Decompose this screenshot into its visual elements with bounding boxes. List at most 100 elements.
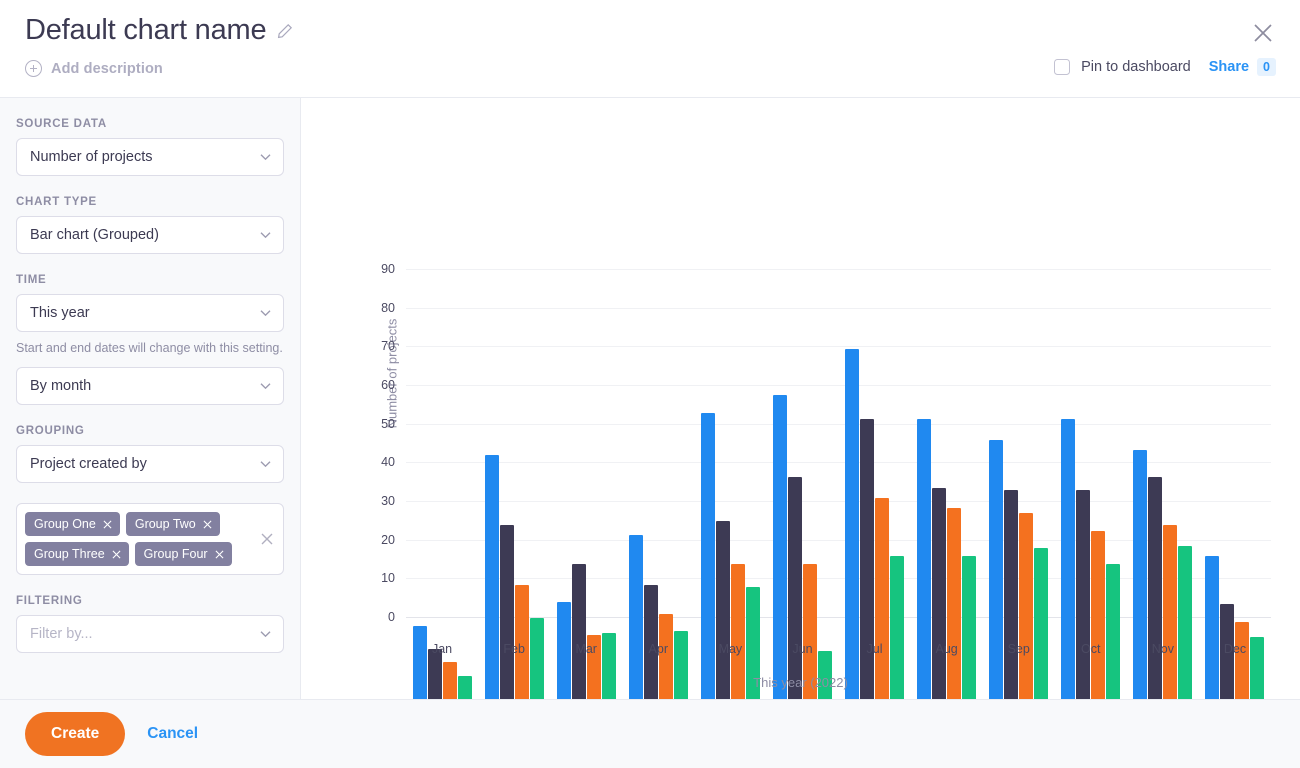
chart-bars: JanFebMarAprMayJunJulAugSepOctNovDec: [406, 98, 1271, 699]
grouping-tag[interactable]: Group One: [25, 512, 120, 536]
x-axis-tick-label: Jan: [432, 642, 452, 656]
pin-to-dashboard-toggle[interactable]: Pin to dashboard: [1054, 59, 1191, 75]
add-description-button[interactable]: Add description: [25, 60, 163, 77]
bar[interactable]: [947, 508, 961, 699]
chevron-down-icon: [260, 383, 271, 390]
create-chart-modal: Default chart name Add description Pin t…: [0, 0, 1300, 768]
pencil-icon[interactable]: [277, 23, 293, 39]
chevron-down-icon: [260, 232, 271, 239]
x-axis-tick-label: May: [719, 642, 743, 656]
y-axis-tick-label: 50: [361, 417, 395, 431]
bar-chart: Number of projects 0102030405060708090 J…: [301, 98, 1300, 699]
x-axis-tick-label: Jun: [792, 642, 812, 656]
header-actions: Pin to dashboard Share 0: [1054, 58, 1276, 76]
bar[interactable]: [1148, 477, 1162, 699]
source-data-value: Number of projects: [30, 149, 153, 165]
bar[interactable]: [989, 440, 1003, 699]
clear-tags-icon[interactable]: [260, 532, 274, 546]
chart-type-value: Bar chart (Grouped): [30, 227, 159, 243]
x-axis-tick-label: Apr: [649, 642, 668, 656]
y-axis-tick-label: 40: [361, 455, 395, 469]
filter-by-placeholder: Filter by...: [30, 626, 93, 642]
chart-type-select[interactable]: Bar chart (Grouped): [16, 216, 284, 254]
time-range-select[interactable]: This year: [16, 294, 284, 332]
bar[interactable]: [716, 521, 730, 699]
remove-tag-icon[interactable]: [103, 520, 112, 529]
bar[interactable]: [1019, 513, 1033, 699]
bar[interactable]: [875, 498, 889, 699]
bar[interactable]: [485, 455, 499, 699]
y-axis-tick-label: 0: [361, 610, 395, 624]
close-icon[interactable]: [1250, 20, 1276, 46]
grouping-tag[interactable]: Group Four: [135, 542, 232, 566]
y-axis-tick-label: 10: [361, 571, 395, 585]
bar-group: [917, 180, 976, 699]
bar-group: [557, 180, 616, 699]
grouping-tag[interactable]: Group Three: [25, 542, 129, 566]
grouping-tag-label: Group One: [34, 517, 96, 531]
grouping-tag-list: Group One Group Two Group Three Group Four: [25, 512, 249, 566]
bar[interactable]: [1091, 531, 1105, 699]
bar[interactable]: [1076, 490, 1090, 699]
bar[interactable]: [917, 419, 931, 699]
chart-settings-sidebar: SOURCE DATA Number of projects CHART TYP…: [0, 98, 301, 699]
title-row: Default chart name: [25, 14, 293, 47]
chart-preview-pane: Number of projects 0102030405060708090 J…: [301, 98, 1300, 699]
bar-group: [773, 180, 832, 699]
bar[interactable]: [788, 477, 802, 699]
bar[interactable]: [500, 525, 514, 699]
add-description-label: Add description: [51, 61, 163, 77]
time-label: TIME: [16, 274, 284, 286]
bar-group: [845, 180, 904, 699]
bar-group: [485, 180, 544, 699]
pin-to-dashboard-checkbox[interactable]: [1054, 59, 1070, 75]
bar[interactable]: [1133, 450, 1147, 699]
bar-group: [701, 180, 760, 699]
grouping-tag[interactable]: Group Two: [126, 512, 220, 536]
cancel-button[interactable]: Cancel: [147, 725, 198, 743]
x-axis-tick-label: Sep: [1008, 642, 1030, 656]
filter-by-select[interactable]: Filter by...: [16, 615, 284, 653]
remove-tag-icon[interactable]: [203, 520, 212, 529]
bar-group: [413, 180, 472, 699]
bar[interactable]: [428, 649, 442, 699]
grouping-tag-label: Group Three: [34, 547, 105, 561]
y-axis-tick-label: 90: [361, 262, 395, 276]
x-axis-tick-label: Mar: [575, 642, 597, 656]
y-axis-ticks: 0 10 20 30 40 50 60 70 80 90: [361, 98, 395, 699]
bar-group: [1205, 180, 1264, 699]
chevron-down-icon: [260, 154, 271, 161]
remove-tag-icon[interactable]: [112, 550, 121, 559]
pin-to-dashboard-label: Pin to dashboard: [1081, 59, 1191, 75]
source-data-select[interactable]: Number of projects: [16, 138, 284, 176]
bar[interactable]: [860, 419, 874, 699]
y-axis-tick-label: 80: [361, 301, 395, 315]
y-axis-tick-label: 70: [361, 339, 395, 353]
grouping-tag-label: Group Four: [144, 547, 208, 561]
x-axis-tick-label: Feb: [503, 642, 525, 656]
x-axis-tick-label: Aug: [936, 642, 958, 656]
bar[interactable]: [1163, 525, 1177, 699]
bar[interactable]: [1061, 419, 1075, 699]
bar-group: [1133, 180, 1192, 699]
grouping-tag-label: Group Two: [135, 517, 196, 531]
bar[interactable]: [1004, 490, 1018, 699]
grouping-select[interactable]: Project created by: [16, 445, 284, 483]
bar[interactable]: [845, 349, 859, 699]
bar[interactable]: [773, 395, 787, 699]
grouping-tags-box[interactable]: Group One Group Two Group Three Group Four: [16, 503, 284, 575]
remove-tag-icon[interactable]: [215, 550, 224, 559]
y-axis-tick-label: 20: [361, 533, 395, 547]
bar[interactable]: [701, 413, 715, 699]
y-axis-tick-label: 30: [361, 494, 395, 508]
y-axis-tick-label: 60: [361, 378, 395, 392]
time-interval-select[interactable]: By month: [16, 367, 284, 405]
share-button[interactable]: Share 0: [1209, 58, 1276, 76]
modal-header: Default chart name Add description Pin t…: [0, 0, 1300, 98]
chevron-down-icon: [260, 631, 271, 638]
create-button[interactable]: Create: [25, 712, 125, 756]
bar[interactable]: [932, 488, 946, 699]
time-interval-value: By month: [30, 378, 91, 394]
source-data-label: SOURCE DATA: [16, 118, 284, 130]
x-axis-tick-label: Jul: [867, 642, 883, 656]
